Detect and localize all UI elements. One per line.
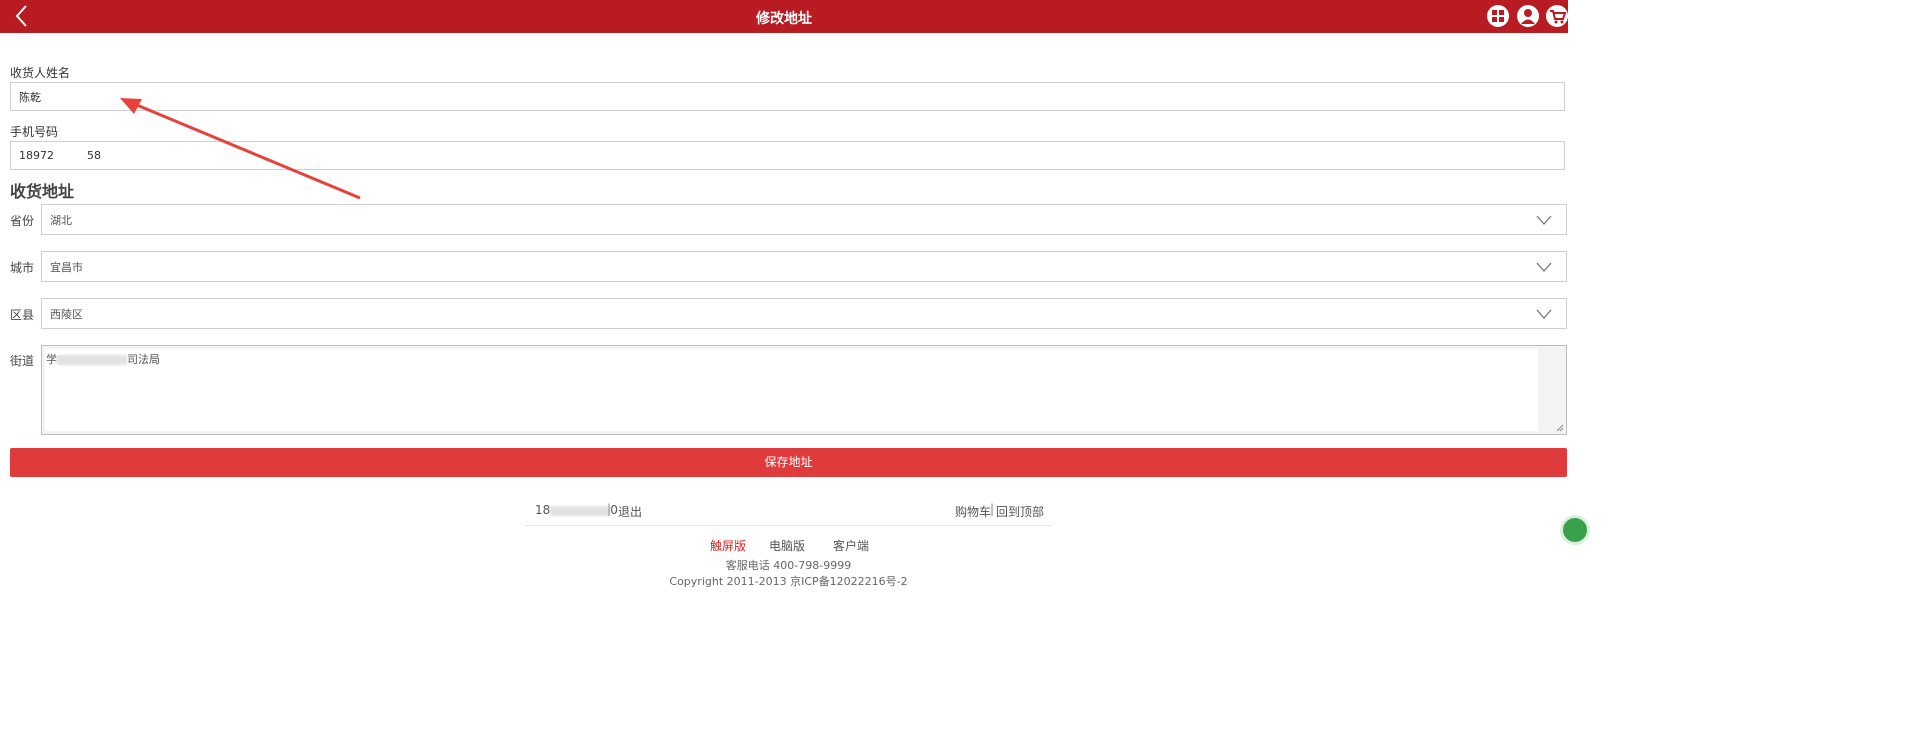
chevron-down-icon [1536,262,1552,272]
redacted-text [57,355,127,365]
account-prefix: 18 [535,503,551,517]
city-value: 宜昌市 [50,261,83,274]
province-select[interactable]: 湖北 [41,204,1567,235]
hotline-text: 客服电话 400-798-9999 [725,559,852,572]
client-version-link[interactable]: 客户端 [833,537,869,554]
pc-version-link[interactable]: 电脑版 [769,537,805,554]
copyright-text: Copyright 2011-2013 京ICP备12022216号-2 [669,575,908,588]
logout-link[interactable]: 退出 [618,503,642,520]
annotation-arrow-icon [120,98,361,200]
back-to-top-link[interactable]: 回到顶部 [996,503,1044,520]
user-icon[interactable] [1517,5,1539,27]
separator: | [607,502,612,516]
page-title: 修改地址 [756,11,812,27]
save-address-button[interactable]: 保存地址 [10,448,1567,477]
touch-version-link[interactable]: 触屏版 [710,537,746,554]
district-select[interactable]: 西陵区 [41,298,1567,329]
separator: | [990,502,995,516]
cart-link[interactable]: 购物车 [955,503,991,520]
address-section-title: 收货地址 [10,182,75,201]
account-suffix: 0 [610,503,618,517]
city-label: 城市 [10,261,35,275]
street-textarea[interactable]: 学 司法局 [41,345,1567,435]
street-text[interactable]: 学 司法局 [45,349,1538,431]
chevron-down-icon [1536,309,1552,319]
resize-handle-icon[interactable] [1556,424,1564,432]
province-label: 省份 [10,214,35,228]
floating-action-button[interactable] [1560,515,1590,545]
chevron-down-icon [1536,215,1552,225]
street-value-start: 学 [46,353,57,366]
grid-menu-icon[interactable] [1487,5,1509,27]
recipient-name-label: 收货人姓名 [10,66,71,80]
district-value: 西陵区 [50,308,83,321]
cart-icon[interactable] [1546,5,1568,27]
redacted-text [550,505,611,516]
account-number: 18 0 [535,503,618,517]
province-value: 湖北 [50,214,72,227]
footer-divider [525,525,1052,526]
district-label: 区县 [10,308,35,322]
street-value-end: 司法局 [127,353,160,366]
city-select[interactable]: 宜昌市 [41,251,1567,282]
phone-label: 手机号码 [10,125,59,139]
top-header-bar: 修改地址 [0,0,1568,33]
street-label: 街道 [10,354,35,368]
